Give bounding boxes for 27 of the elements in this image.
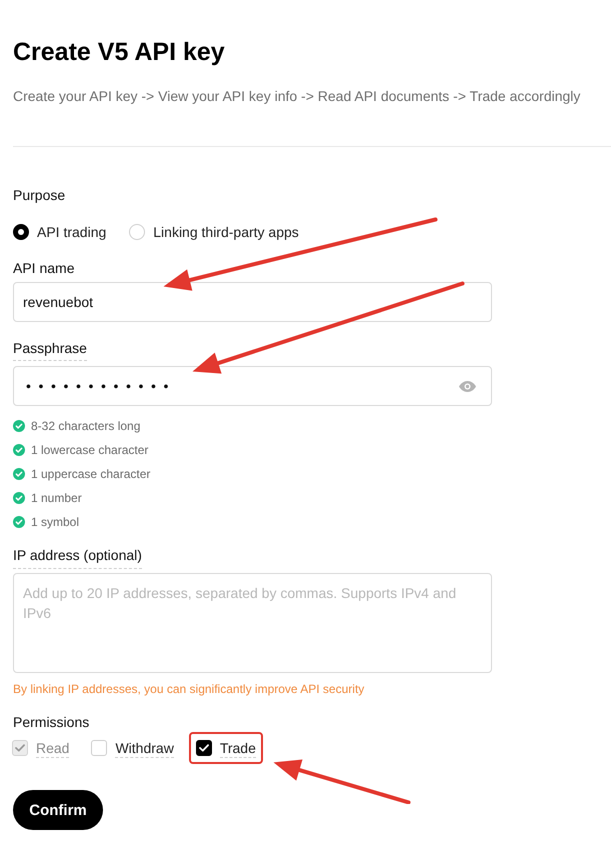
checkbox[interactable] (196, 740, 212, 756)
eye-icon[interactable] (459, 380, 476, 392)
field-label: API name (13, 259, 76, 278)
field-label: IP address (optional) (13, 545, 142, 569)
requirement-text: 1 uppercase character (31, 466, 150, 482)
field-label: Passphrase (13, 338, 87, 361)
requirement-text: 1 number (31, 490, 82, 506)
radio-label[interactable]: Linking third-party apps (153, 222, 299, 242)
permission-label[interactable]: Withdraw (115, 738, 174, 758)
field-label: Permissions (13, 713, 90, 732)
page-subtitle: Create your API key -> View your API key info -> Read API documents -> Trade accordingly (13, 87, 582, 106)
check-icon (15, 744, 25, 752)
check-icon (198, 744, 209, 752)
api-name-field[interactable]: revenuebot (13, 282, 492, 322)
permission-option[interactable]: Withdraw (84, 732, 181, 764)
security-hint: By linking IP addresses, you can significantly improve API security (13, 681, 366, 698)
radio-label[interactable]: API trading (37, 222, 106, 242)
permission-label[interactable]: Trade (220, 738, 256, 758)
confirm-button[interactable]: Confirm (13, 790, 103, 830)
radio-button[interactable] (13, 224, 29, 240)
ip-address-field[interactable]: Add up to 20 IP addresses, separated by commas. Supports IPv4 and IPv6 (13, 573, 492, 673)
requirement-text: 1 symbol (31, 514, 80, 530)
requirement-text: 8-32 characters long (31, 418, 140, 434)
requirement-text: 1 lowercase character (31, 442, 148, 458)
page-title: Create V5 API key (13, 37, 226, 67)
passphrase-field[interactable]: •••••••••••• (13, 366, 492, 406)
field-label: Purpose (13, 186, 66, 205)
